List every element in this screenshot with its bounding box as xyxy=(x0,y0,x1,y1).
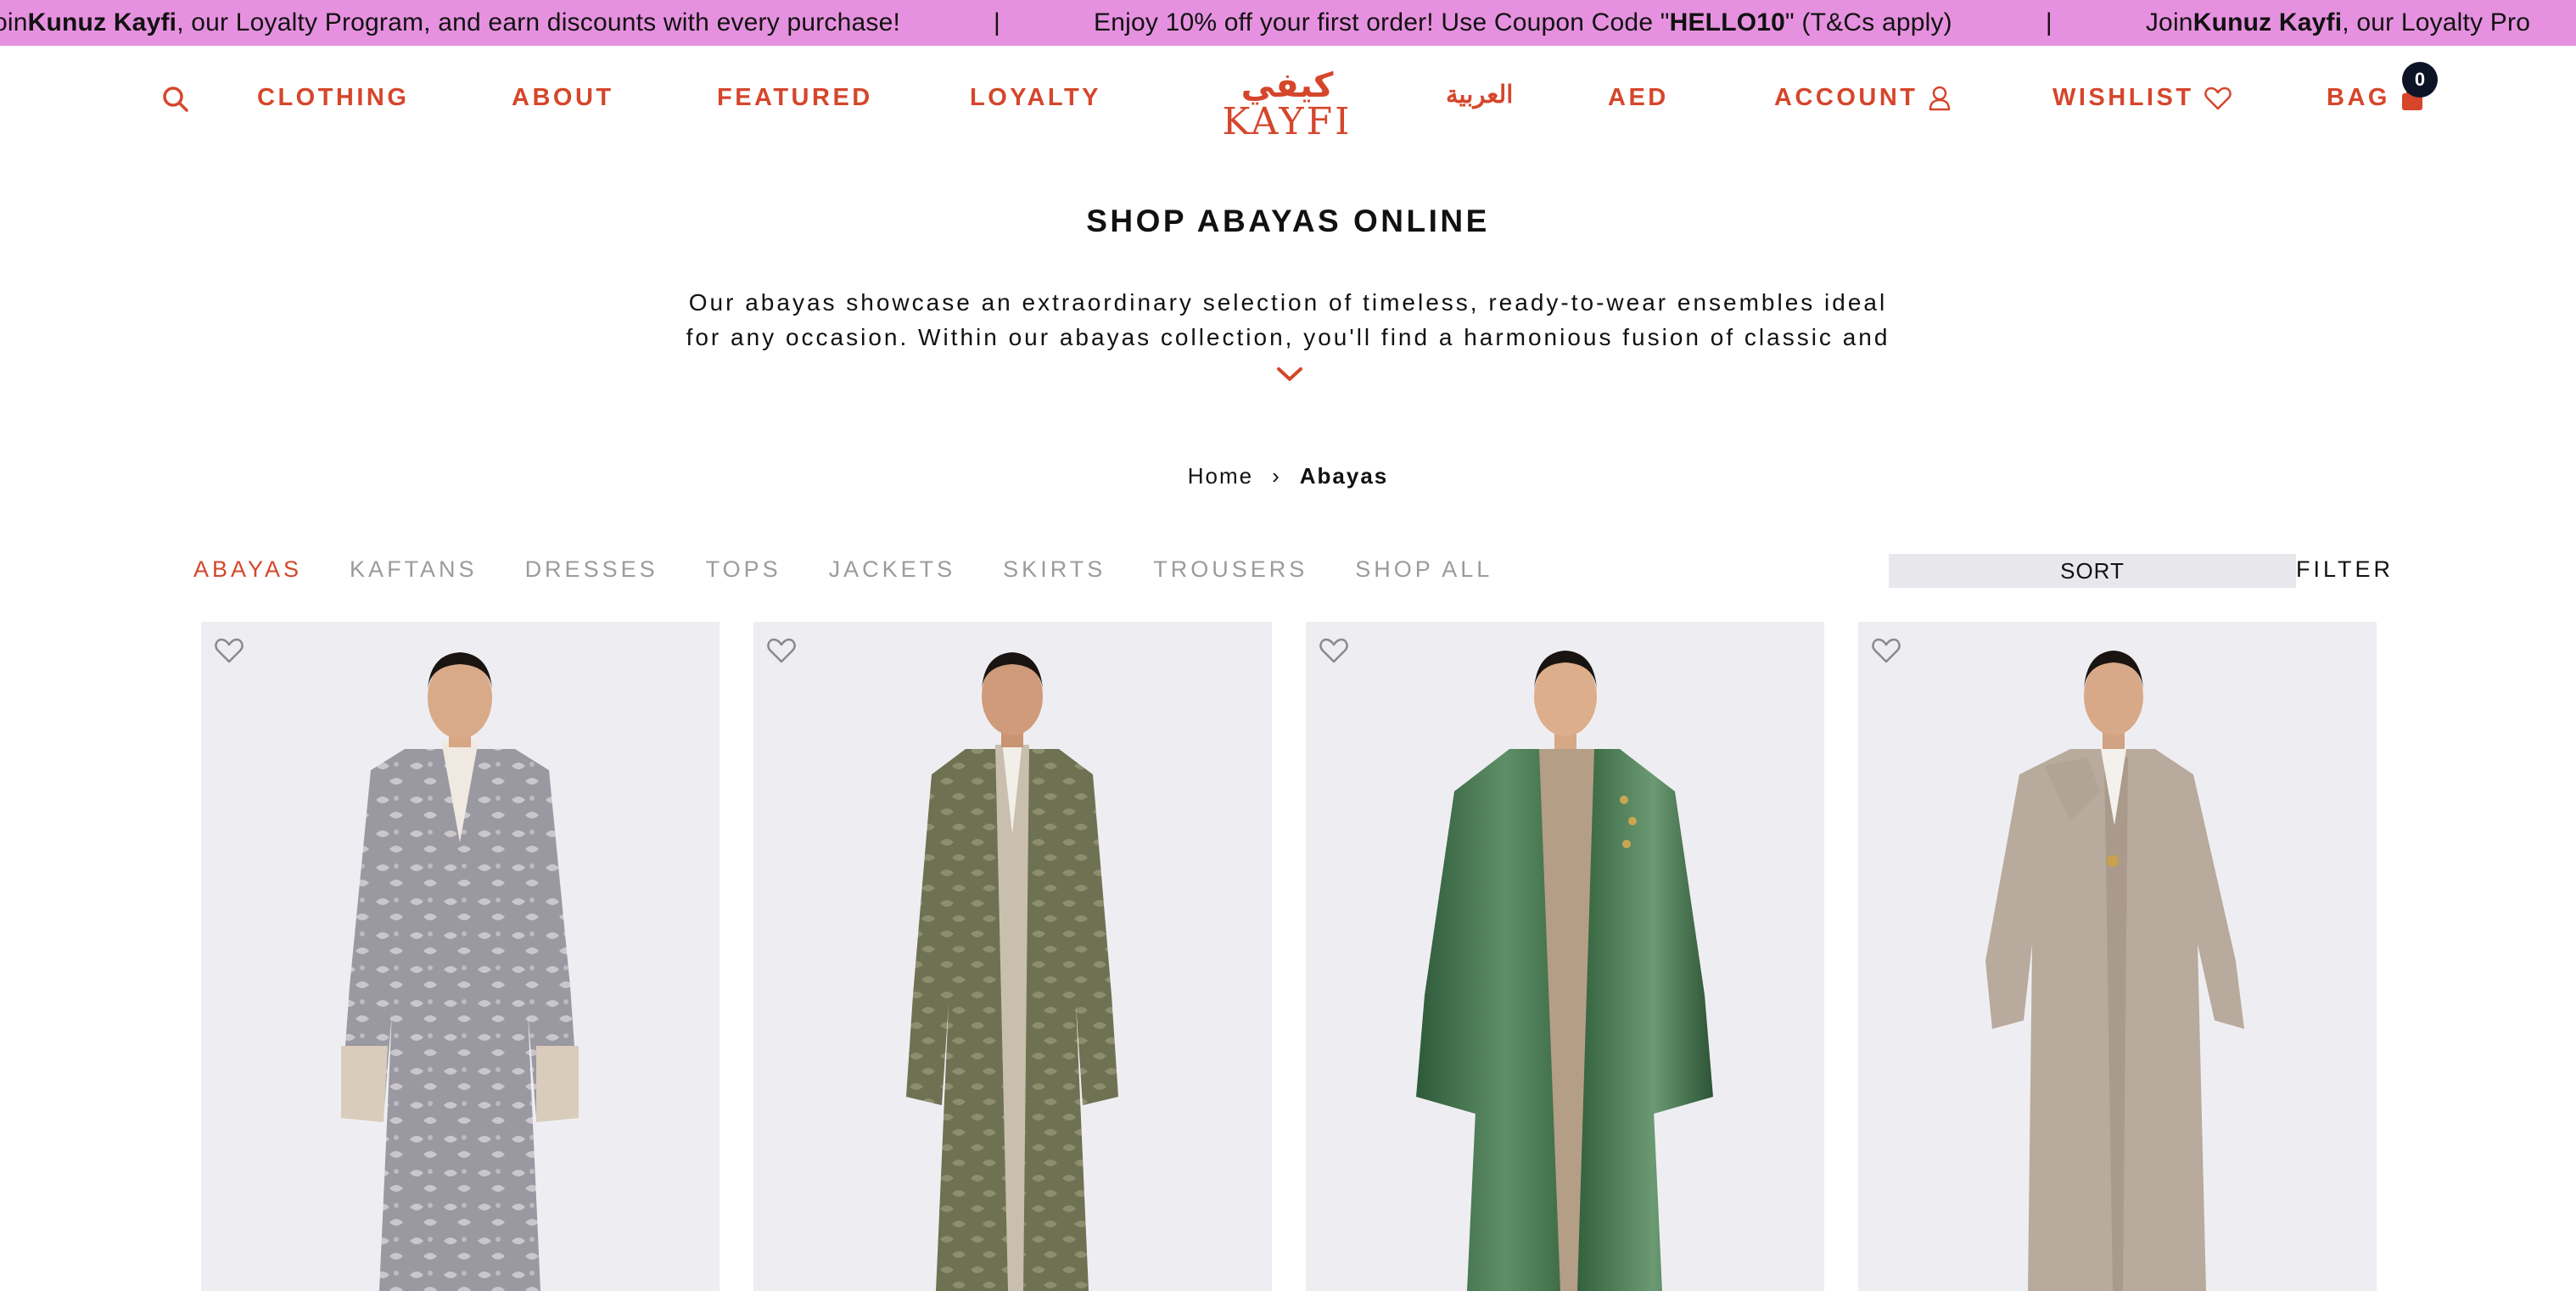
search-icon xyxy=(163,87,188,112)
tab-dresses[interactable]: DRESSES xyxy=(525,556,658,583)
nav-loyalty[interactable]: LOYALTY xyxy=(970,84,1101,112)
announcement-item[interactable]: Enjoy 10% off your first order! Use Coup… xyxy=(1094,8,1952,37)
nav-featured[interactable]: FEATURED xyxy=(717,84,873,112)
heart-icon xyxy=(2204,87,2232,109)
logo-latin: KAYFI xyxy=(1222,100,1352,141)
product-card[interactable] xyxy=(1858,622,2377,1291)
product-image-olive-abaya xyxy=(906,652,1118,1291)
language-switch[interactable]: العربية xyxy=(1446,80,1513,109)
wishlist-toggle[interactable] xyxy=(1867,630,1906,669)
announcement-bold: Kunuz Kayfi xyxy=(2192,8,2343,36)
expand-description-button[interactable] xyxy=(1275,365,1304,385)
announcement-separator: | xyxy=(2045,8,2052,36)
wishlist-toggle[interactable] xyxy=(762,630,801,669)
breadcrumb-current: Abayas xyxy=(1299,463,1389,489)
product-card[interactable] xyxy=(1306,622,1824,1291)
heart-outline-icon xyxy=(1319,638,1348,663)
description-line: for any occasion. Within our abayas coll… xyxy=(686,324,1890,350)
collection-description: Our abayas showcase an extraordinary sel… xyxy=(645,285,1931,355)
bag-count-badge: 0 xyxy=(2402,62,2438,98)
tab-kaftans[interactable]: KAFTANS xyxy=(350,556,478,583)
heart-outline-icon xyxy=(215,638,244,663)
category-tabs: ABAYAS KAFTANS DRESSES TOPS JACKETS SKIR… xyxy=(193,556,1492,583)
announcement-track: oin Kunuz Kayfi, our Loyalty Program, an… xyxy=(0,0,2530,46)
bag-label: BAG xyxy=(2327,84,2390,111)
breadcrumb: Home › Abayas xyxy=(0,463,2576,489)
user-icon xyxy=(1929,86,1950,110)
announcement-text: , our Loyalty Program, and earn discount… xyxy=(176,8,901,36)
announcement-separator: | xyxy=(994,8,1001,36)
heart-outline-icon xyxy=(1872,638,1901,663)
nav-clothing[interactable]: CLOTHING xyxy=(257,84,409,112)
announcement-text: Join xyxy=(2145,8,2193,36)
tab-shop-all[interactable]: SHOP ALL xyxy=(1355,556,1492,583)
announcement-text: " (T&Cs apply) xyxy=(1785,8,1952,36)
tab-trousers[interactable]: TROUSERS xyxy=(1153,556,1308,583)
currency-selector[interactable]: AED xyxy=(1608,84,1669,112)
heart-outline-icon xyxy=(767,638,796,663)
announcement-bold: Kunuz Kayfi xyxy=(27,8,177,36)
page-title: SHOP ABAYAS ONLINE xyxy=(1086,204,1490,238)
wishlist-link[interactable]: WISHLIST xyxy=(2052,84,2232,112)
search-button[interactable] xyxy=(161,85,190,114)
description-line: Our abayas showcase an extraordinary sel… xyxy=(688,289,1888,316)
product-card[interactable] xyxy=(201,622,720,1291)
kayfi-logo[interactable]: كيفي KAYFI xyxy=(1215,63,1359,143)
announcement-item[interactable]: oin Kunuz Kayfi, our Loyalty Program, an… xyxy=(0,8,900,37)
product-image-green-satin-abaya xyxy=(1416,651,1713,1291)
account-link[interactable]: ACCOUNT xyxy=(1774,84,1951,112)
announcement-bold: HELLO10 xyxy=(1669,8,1786,36)
announcement-item[interactable]: Join Kunuz Kayfi, our Loyalty Pro xyxy=(2146,8,2530,37)
filter-button[interactable]: FILTER xyxy=(2296,556,2394,583)
wishlist-label: WISHLIST xyxy=(2052,84,2194,111)
product-image-beige-abaya xyxy=(1985,651,2244,1291)
wishlist-toggle[interactable] xyxy=(210,630,249,669)
announcement-text: , our Loyalty Pro xyxy=(2342,8,2531,36)
nav-about[interactable]: ABOUT xyxy=(512,84,614,112)
announcement-text: oin xyxy=(0,8,28,36)
announcement-bar: oin Kunuz Kayfi, our Loyalty Program, an… xyxy=(0,0,2576,46)
tab-tops[interactable]: TOPS xyxy=(706,556,781,583)
breadcrumb-separator: › xyxy=(1272,463,1281,489)
tab-jackets[interactable]: JACKETS xyxy=(829,556,956,583)
account-label: ACCOUNT xyxy=(1774,84,1918,111)
tab-abayas[interactable]: ABAYAS xyxy=(193,556,302,583)
product-card[interactable] xyxy=(753,622,1272,1291)
chevron-down-icon xyxy=(1277,367,1302,381)
product-image-grey-abaya xyxy=(341,652,579,1291)
announcement-text: Enjoy 10% off your first order! Use Coup… xyxy=(1094,8,1670,36)
sort-button[interactable]: SORT xyxy=(1889,554,2296,588)
breadcrumb-home[interactable]: Home xyxy=(1188,463,1253,489)
site-header: CLOTHING ABOUT FEATURED LOYALTY كيفي KAY… xyxy=(0,46,2576,148)
tab-skirts[interactable]: SKIRTS xyxy=(1003,556,1106,583)
wishlist-toggle[interactable] xyxy=(1314,630,1353,669)
